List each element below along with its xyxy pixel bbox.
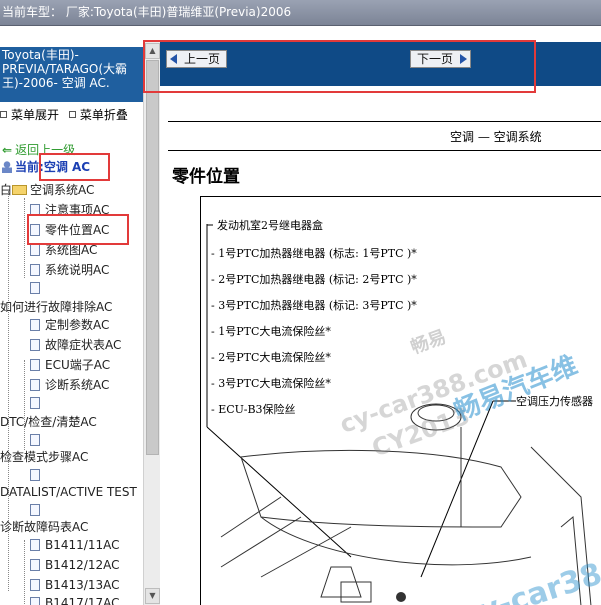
tree-item-label: B1417/17AC bbox=[45, 596, 120, 605]
component-label: - 2号PTC大电流保险丝* bbox=[211, 351, 331, 364]
document-icon bbox=[30, 282, 40, 294]
collapse-menu-label: 菜单折叠 bbox=[79, 108, 128, 122]
tree-section[interactable]: 诊断故障码表AC bbox=[0, 519, 88, 536]
document-icon bbox=[30, 434, 40, 446]
left-panel-scrollbar[interactable]: ▲ ▼ bbox=[143, 42, 160, 605]
tree-item[interactable]: B1417/17AC bbox=[30, 595, 119, 605]
tree-item[interactable] bbox=[30, 432, 45, 449]
doc-section-header: 空调 — 空调系统 bbox=[450, 130, 542, 144]
document-icon bbox=[30, 359, 40, 371]
left-panel: Toyota(丰田)-PREVIA/TARAGO(大霸王)-2006- 空调 A… bbox=[0, 42, 143, 605]
tree-item-label: 空调系统AC bbox=[30, 183, 95, 197]
tree-connector bbox=[24, 540, 25, 605]
tree-section[interactable]: DATALIST/ACTIVE TEST bbox=[0, 484, 137, 501]
component-label: - ECU-B3保险丝 bbox=[211, 403, 296, 416]
component-label: - 1号PTC加热器继电器 (标志: 1号PTC )* bbox=[211, 247, 417, 260]
document-icon bbox=[30, 319, 40, 331]
model-header: Toyota(丰田)-PREVIA/TARAGO(大霸王)-2006- 空调 A… bbox=[0, 47, 143, 102]
tree-item-label: 系统图AC bbox=[45, 243, 98, 257]
collapse-square-icon bbox=[68, 111, 76, 118]
tree-item-label: 诊断系统AC bbox=[45, 378, 110, 392]
tree-section[interactable]: 检查模式步骤AC bbox=[0, 449, 88, 466]
tree-connector bbox=[24, 360, 25, 450]
expand-menu-label: 菜单展开 bbox=[11, 108, 60, 122]
pressure-sensor-label: 空调压力传感器 bbox=[516, 395, 593, 408]
user-icon bbox=[2, 161, 12, 173]
tree-item-label: ECU端子AC bbox=[45, 358, 111, 372]
tree-item-label: B1412/12AC bbox=[45, 558, 120, 572]
relay-box-label: 发动机室2号继电器盒 bbox=[217, 219, 323, 232]
tree-item[interactable]: B1412/12AC bbox=[30, 557, 119, 574]
tree-section[interactable]: DTC/检查/清楚AC bbox=[0, 414, 97, 431]
scroll-down-icon[interactable]: ▼ bbox=[145, 588, 160, 604]
scrollbar-thumb[interactable] bbox=[146, 60, 159, 455]
tree-item-label: B1413/13AC bbox=[45, 578, 120, 592]
tree-item-label: 故障症状表AC bbox=[45, 338, 122, 352]
window-titlebar: 当前车型： 厂家:Toyota(丰田)普瑞维亚(Previa)2006 bbox=[0, 0, 601, 26]
tree-item[interactable] bbox=[30, 502, 45, 519]
highlight-current bbox=[39, 153, 110, 181]
tree-item[interactable]: 定制参数AC bbox=[30, 317, 109, 334]
document-viewer: 上一页 下一页 空调 — 空调系统 零件位置 发动机室2号继电器盒 - 1号PT… bbox=[160, 42, 601, 605]
document-icon bbox=[30, 579, 40, 591]
tree-section-label: 如何进行故障排除AC bbox=[0, 300, 113, 314]
tree-section-label: DTC/检查/清楚AC bbox=[0, 415, 97, 429]
component-label: - 3号PTC大电流保险丝* bbox=[211, 377, 331, 390]
tree-item-label: 系统说明AC bbox=[45, 263, 110, 277]
tree-section[interactable]: 如何进行故障排除AC bbox=[0, 299, 112, 316]
tree-item[interactable] bbox=[30, 467, 45, 484]
expand-menu-button[interactable]: 菜单展开 bbox=[0, 106, 59, 124]
tree-item[interactable]: ECU端子AC bbox=[30, 357, 110, 374]
document-icon bbox=[30, 469, 40, 481]
document-icon bbox=[30, 339, 40, 351]
tree-item[interactable]: B1411/11AC bbox=[30, 537, 119, 554]
tree-item-label: B1411/11AC bbox=[45, 538, 120, 552]
tree-item[interactable]: 故障症状表AC bbox=[30, 337, 121, 354]
page-rule bbox=[168, 121, 601, 122]
expand-square-icon bbox=[0, 111, 7, 118]
window-title: 当前车型： 厂家:Toyota(丰田)普瑞维亚(Previa)2006 bbox=[2, 5, 292, 19]
highlight-selected-item bbox=[27, 214, 129, 245]
tree-connector bbox=[24, 198, 25, 278]
document-icon bbox=[30, 264, 40, 276]
component-label: - 1号PTC大电流保险丝* bbox=[211, 325, 331, 338]
manual-page: 空调 — 空调系统 零件位置 发动机室2号继电器盒 - 1号PTC加热器继电器 … bbox=[160, 108, 601, 605]
component-label: - 2号PTC加热器继电器 (标记: 2号PTC )* bbox=[211, 273, 417, 286]
tree-item[interactable]: B1413/13AC bbox=[30, 577, 119, 594]
document-icon bbox=[30, 397, 40, 409]
highlight-nav-bar bbox=[143, 40, 536, 93]
component-label: - 3号PTC加热器继电器 (标记: 3号PTC )* bbox=[211, 299, 417, 312]
tree-item[interactable]: 系统说明AC bbox=[30, 262, 109, 279]
folder-icon bbox=[12, 185, 28, 195]
document-icon bbox=[30, 504, 40, 516]
tree-item[interactable] bbox=[30, 395, 45, 412]
page-rule bbox=[168, 150, 601, 151]
doc-title: 零件位置 bbox=[172, 167, 240, 187]
tree-section-label: 检查模式步骤AC bbox=[0, 450, 89, 464]
document-icon bbox=[30, 597, 40, 605]
document-icon bbox=[30, 559, 40, 571]
tree-section-label: DATALIST/ACTIVE TEST bbox=[0, 485, 137, 499]
menu-toolbar: 菜单展开 菜单折叠 bbox=[0, 106, 143, 124]
document-icon bbox=[30, 539, 40, 551]
tree-item[interactable]: 诊断系统AC bbox=[30, 377, 109, 394]
collapse-marker-icon: 白 bbox=[0, 183, 13, 197]
tree-folder-ac-system[interactable]: 白 空调系统AC bbox=[0, 182, 94, 199]
back-arrow-icon: ⇐ bbox=[2, 143, 13, 157]
document-icon bbox=[30, 379, 40, 391]
tree-section-label: 诊断故障码表AC bbox=[0, 520, 89, 534]
tree-item[interactable] bbox=[30, 280, 45, 297]
tree-item-label: 定制参数AC bbox=[45, 318, 110, 332]
collapse-menu-button[interactable]: 菜单折叠 bbox=[68, 106, 128, 124]
document-icon bbox=[30, 244, 40, 256]
parts-diagram: 发动机室2号继电器盒 - 1号PTC加热器继电器 (标志: 1号PTC )* -… bbox=[200, 196, 601, 605]
